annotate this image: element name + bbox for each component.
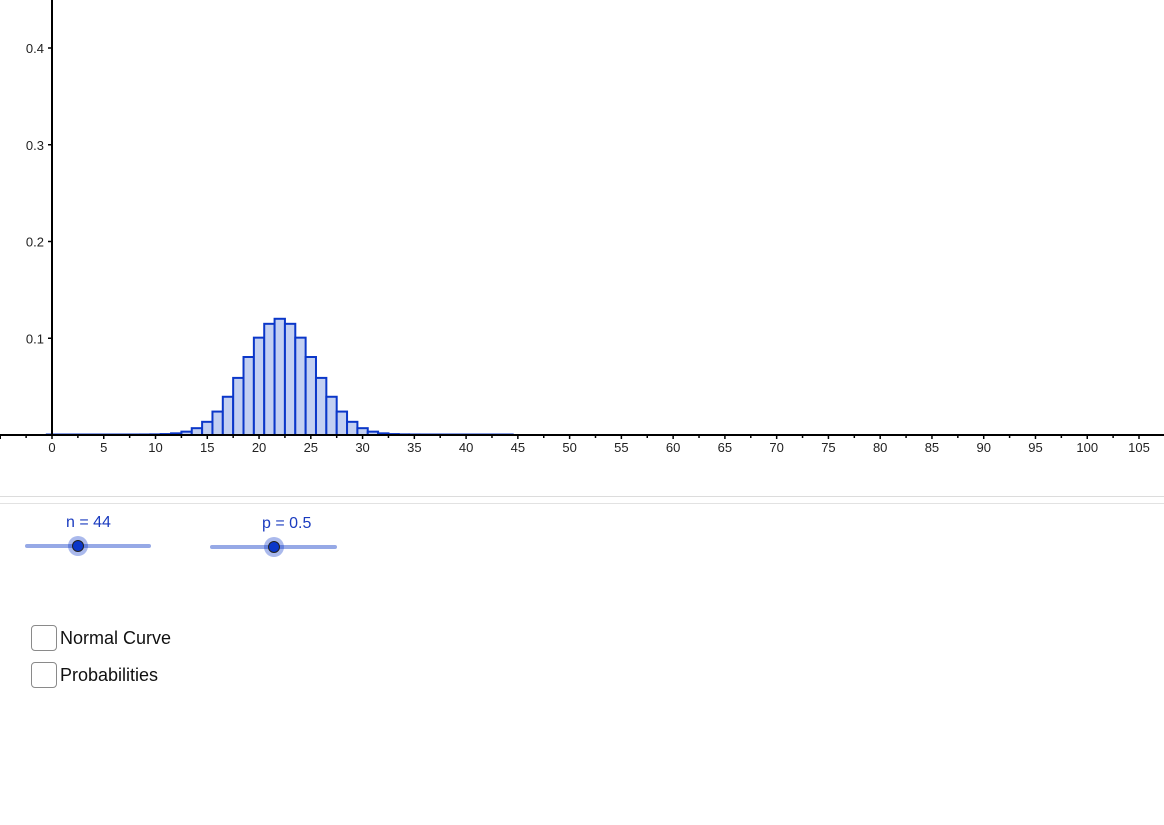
x-axis-ticks: 0 5 10 15 20 25 30 35 40 45 50 55 60 65 70 75 80 85 90 95 10… <box>0 435 1150 455</box>
checkbox-probabilities-box[interactable] <box>31 662 57 688</box>
histogram-bar <box>356 427 369 436</box>
checkbox-probabilities-label[interactable]: Probabilities <box>60 665 158 686</box>
checkbox-probabilities[interactable]: Probabilities <box>31 662 158 688</box>
histogram-bars <box>45 317 514 437</box>
histogram-bar <box>232 376 245 436</box>
histogram-bar <box>211 410 224 437</box>
x-tick-label: 55 <box>614 440 628 455</box>
x-tick-label: 0 <box>48 440 55 455</box>
slider-n-label: n = 44 <box>66 514 111 531</box>
slider-n[interactable]: n = 44 <box>25 514 151 558</box>
y-tick-label: 0.1 <box>26 331 44 346</box>
x-tick-label: 35 <box>407 440 421 455</box>
x-tick-label: 45 <box>511 440 525 455</box>
x-tick-label: 50 <box>562 440 576 455</box>
panel-divider <box>0 496 1164 497</box>
panel-divider <box>0 503 1164 504</box>
histogram-bar <box>294 336 307 437</box>
slider-p[interactable]: p = 0.5 <box>210 515 337 559</box>
slider-p-knob[interactable] <box>267 541 280 553</box>
x-tick-label: 25 <box>304 440 318 455</box>
histogram-bar <box>252 336 266 437</box>
histogram-bar <box>242 356 255 436</box>
x-tick-label: 60 <box>666 440 680 455</box>
y-axis-ticks: 0.1 0.2 0.3 0.4 <box>26 41 52 346</box>
histogram-bar <box>201 420 214 436</box>
x-tick-label: 70 <box>769 440 783 455</box>
x-tick-label: 30 <box>355 440 369 455</box>
checkbox-normal-curve-box[interactable] <box>31 625 57 651</box>
histogram-bar <box>314 376 328 436</box>
x-tick-label: 5 <box>100 440 107 455</box>
histogram-bar <box>335 410 349 437</box>
x-tick-label: 95 <box>1028 440 1042 455</box>
slider-p-label: p = 0.5 <box>262 515 312 532</box>
x-tick-label: 75 <box>821 440 835 455</box>
histogram-bar <box>221 395 235 436</box>
x-tick-label: 20 <box>252 440 266 455</box>
histogram-bar <box>346 420 359 436</box>
slider-n-track[interactable] <box>25 544 151 548</box>
histogram-bar <box>325 395 338 436</box>
x-tick-label: 10 <box>148 440 162 455</box>
x-tick-label: 80 <box>873 440 887 455</box>
x-tick-label: 65 <box>718 440 732 455</box>
y-tick-label: 0.3 <box>26 138 44 153</box>
x-tick-label: 15 <box>200 440 214 455</box>
checkbox-normal-curve-label[interactable]: Normal Curve <box>60 628 171 649</box>
x-tick-label: 40 <box>459 440 473 455</box>
histogram-bar <box>304 356 317 436</box>
y-tick-label: 0.2 <box>26 235 44 250</box>
slider-n-knob[interactable] <box>71 540 84 552</box>
histogram-bar <box>190 427 204 436</box>
histogram-bar <box>283 322 297 436</box>
x-tick-label: 90 <box>976 440 990 455</box>
y-tick-label: 0.4 <box>26 41 44 56</box>
histogram-bar <box>273 317 286 436</box>
x-tick-label: 100 <box>1076 440 1098 455</box>
x-tick-label: 105 <box>1128 440 1150 455</box>
graphics-view[interactable]: 0 5 10 15 20 25 30 35 40 45 50 55 60 65 70 75 80 85 90 95 10… <box>0 0 1164 495</box>
histogram-bar <box>263 322 276 436</box>
axes <box>0 0 1164 436</box>
x-tick-label: 85 <box>925 440 939 455</box>
checkbox-normal-curve[interactable]: Normal Curve <box>31 625 171 651</box>
